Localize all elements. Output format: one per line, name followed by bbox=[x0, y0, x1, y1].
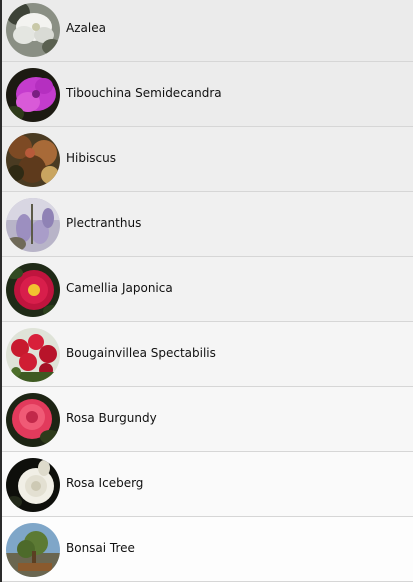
plectranthus-photo-icon bbox=[6, 198, 60, 252]
flower-name: Rosa Iceberg bbox=[66, 476, 144, 490]
flower-list[interactable]: Azalea Tibouchina Semidecandra Hibiscus … bbox=[2, 0, 413, 582]
list-item-camellia-japonica[interactable]: Camellia Japonica bbox=[2, 257, 413, 322]
flower-thumbnail bbox=[6, 133, 60, 187]
flower-list-screen: Azalea Tibouchina Semidecandra Hibiscus … bbox=[0, 0, 413, 582]
flower-thumbnail bbox=[6, 523, 60, 577]
azalea-photo-icon bbox=[6, 3, 60, 57]
list-item-tibouchina-semidecandra[interactable]: Tibouchina Semidecandra bbox=[2, 62, 413, 127]
bougainvillea-photo-icon bbox=[6, 328, 60, 382]
flower-thumbnail bbox=[6, 458, 60, 512]
flower-name: Azalea bbox=[66, 21, 106, 35]
flower-thumbnail bbox=[6, 68, 60, 122]
flower-name: Camellia Japonica bbox=[66, 281, 173, 295]
list-item-rosa-burgundy[interactable]: Rosa Burgundy bbox=[2, 387, 413, 452]
tibouchina-photo-icon bbox=[6, 68, 60, 122]
list-item-azalea[interactable]: Azalea bbox=[2, 0, 413, 62]
hibiscus-photo-icon bbox=[6, 133, 60, 187]
flower-name: Bonsai Tree bbox=[66, 541, 135, 555]
flower-name: Plectranthus bbox=[66, 216, 142, 230]
list-item-bougainvillea-spectabilis[interactable]: Bougainvillea Spectabilis bbox=[2, 322, 413, 387]
list-item-hibiscus[interactable]: Hibiscus bbox=[2, 127, 413, 192]
list-item-plectranthus[interactable]: Plectranthus bbox=[2, 192, 413, 257]
rose-iceberg-photo-icon bbox=[6, 458, 60, 512]
rose-burgundy-photo-icon bbox=[6, 393, 60, 447]
flower-thumbnail bbox=[6, 3, 60, 57]
flower-thumbnail bbox=[6, 328, 60, 382]
flower-name: Rosa Burgundy bbox=[66, 411, 157, 425]
flower-thumbnail bbox=[6, 263, 60, 317]
flower-name: Bougainvillea Spectabilis bbox=[66, 346, 216, 360]
flower-name: Hibiscus bbox=[66, 151, 117, 165]
list-item-bonsai-tree[interactable]: Bonsai Tree bbox=[2, 517, 413, 582]
list-item-rosa-iceberg[interactable]: Rosa Iceberg bbox=[2, 452, 413, 517]
flower-name: Tibouchina Semidecandra bbox=[66, 86, 222, 100]
bonsai-photo-icon bbox=[6, 523, 60, 577]
flower-thumbnail bbox=[6, 393, 60, 447]
camellia-photo-icon bbox=[6, 263, 60, 317]
flower-thumbnail bbox=[6, 198, 60, 252]
